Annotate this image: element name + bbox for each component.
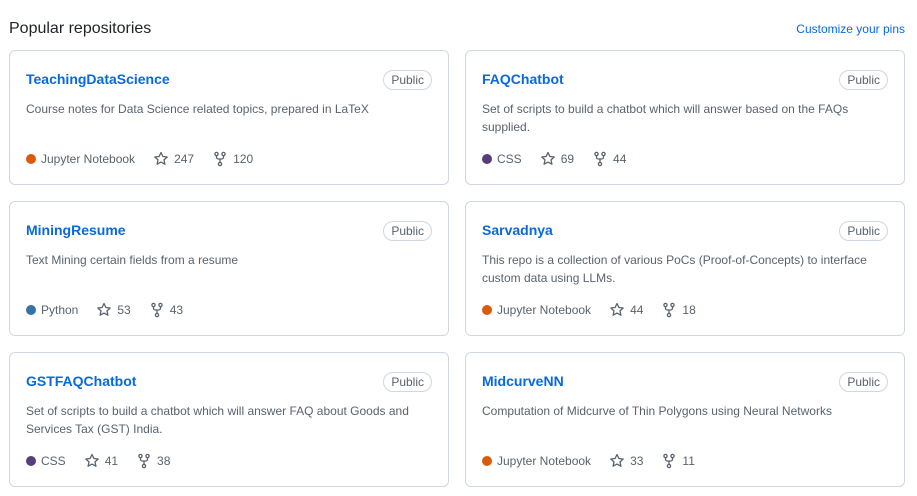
repo-language: CSS bbox=[482, 152, 522, 166]
star-icon bbox=[154, 151, 168, 165]
forks-link[interactable]: 11 bbox=[661, 453, 695, 469]
visibility-badge: Public bbox=[839, 70, 888, 90]
repo-card: TeachingDataScience Public Course notes … bbox=[9, 50, 449, 185]
fork-count: 44 bbox=[613, 152, 627, 166]
repo-description: Course notes for Data Science related to… bbox=[26, 102, 369, 116]
repo-card: Sarvadnya Public This repo is a collecti… bbox=[465, 201, 905, 336]
repo-meta: Jupyter Notebook 247 120 bbox=[26, 151, 271, 167]
fork-icon bbox=[663, 302, 676, 318]
stars-link[interactable]: 53 bbox=[96, 302, 131, 318]
customize-pins-link[interactable]: Customize your pins bbox=[796, 22, 905, 36]
pinned-header: Popular repositories Customize your pins bbox=[9, 18, 905, 44]
forks-link[interactable]: 43 bbox=[149, 302, 183, 318]
star-count: 247 bbox=[174, 152, 195, 166]
language-color-dot bbox=[482, 456, 492, 466]
forks-link[interactable]: 120 bbox=[212, 151, 253, 167]
visibility-badge: Public bbox=[383, 372, 432, 392]
repo-card: GSTFAQChatbot Public Set of scripts to b… bbox=[9, 352, 449, 487]
repo-name-link[interactable]: FAQChatbot bbox=[482, 71, 564, 87]
language-label: CSS bbox=[497, 152, 522, 166]
star-icon bbox=[540, 151, 555, 165]
forks-link[interactable]: 38 bbox=[136, 453, 170, 469]
language-label: Jupyter Notebook bbox=[497, 454, 592, 468]
language-color-dot bbox=[26, 456, 36, 466]
language-color-dot bbox=[26, 154, 36, 164]
visibility-badge: Public bbox=[839, 221, 888, 241]
repo-language: Jupyter Notebook bbox=[26, 152, 135, 166]
pinned-repo-grid: TeachingDataScience Public Course notes … bbox=[9, 50, 905, 487]
repo-card: MiningResume Public Text Mining certain … bbox=[9, 201, 449, 336]
repo-meta: CSS 69 44 bbox=[482, 151, 644, 167]
star-count: 41 bbox=[104, 454, 119, 468]
visibility-badge: Public bbox=[383, 221, 432, 241]
repo-description: Computation of Midcurve of Thin Polygons… bbox=[482, 404, 832, 418]
language-label: Jupyter Notebook bbox=[41, 152, 136, 166]
star-count: 33 bbox=[630, 454, 644, 468]
language-label: Python bbox=[41, 303, 79, 317]
stars-link[interactable]: 69 bbox=[540, 151, 574, 167]
repo-name-link[interactable]: MidcurveNN bbox=[482, 373, 564, 389]
fork-icon bbox=[214, 151, 226, 167]
repo-language: Jupyter Notebook bbox=[482, 454, 591, 468]
repo-name-link[interactable]: MiningResume bbox=[26, 222, 126, 238]
repo-meta: CSS 41 38 bbox=[26, 453, 188, 469]
fork-icon bbox=[150, 302, 163, 318]
repo-name-link[interactable]: GSTFAQChatbot bbox=[26, 373, 136, 389]
star-count: 44 bbox=[630, 303, 644, 317]
fork-count: 120 bbox=[233, 152, 254, 166]
stars-link[interactable]: 44 bbox=[609, 302, 643, 318]
forks-link[interactable]: 44 bbox=[592, 151, 626, 167]
forks-link[interactable]: 18 bbox=[661, 302, 696, 318]
repo-name-link[interactable]: Sarvadnya bbox=[482, 222, 553, 238]
visibility-badge: Public bbox=[383, 70, 432, 90]
stars-link[interactable]: 247 bbox=[153, 151, 194, 167]
repo-name-link[interactable]: TeachingDataScience bbox=[26, 71, 170, 87]
repo-meta: Jupyter Notebook 44 18 bbox=[482, 302, 714, 318]
repo-meta: Python 53 43 bbox=[26, 302, 201, 318]
star-icon bbox=[610, 302, 624, 316]
repo-language: Jupyter Notebook bbox=[482, 303, 591, 317]
repo-card: MidcurveNN Public Computation of Midcurv… bbox=[465, 352, 905, 487]
repo-card: FAQChatbot Public Set of scripts to buil… bbox=[465, 50, 905, 185]
visibility-badge: Public bbox=[839, 372, 888, 392]
stars-link[interactable]: 33 bbox=[609, 453, 643, 469]
section-title: Popular repositories bbox=[9, 20, 152, 37]
repo-description: Set of scripts to build a chatbot which … bbox=[482, 102, 849, 134]
star-icon bbox=[97, 302, 112, 316]
repo-description: Set of scripts to build a chatbot which … bbox=[26, 404, 409, 436]
language-color-dot bbox=[482, 305, 492, 315]
repo-language: Python bbox=[26, 303, 78, 317]
fork-count: 38 bbox=[157, 454, 171, 468]
fork-icon bbox=[138, 453, 150, 469]
stars-link[interactable]: 41 bbox=[84, 453, 118, 469]
repo-description: Text Mining certain fields from a resume bbox=[26, 253, 239, 267]
fork-icon bbox=[594, 151, 606, 167]
fork-count: 18 bbox=[682, 303, 696, 317]
repo-description: This repo is a collection of various PoC… bbox=[482, 253, 867, 285]
star-icon bbox=[84, 453, 99, 467]
fork-count: 43 bbox=[169, 303, 184, 317]
star-count: 53 bbox=[117, 303, 131, 317]
language-color-dot bbox=[482, 154, 492, 164]
fork-count: 11 bbox=[682, 454, 695, 468]
repo-meta: Jupyter Notebook 33 11 bbox=[482, 453, 713, 469]
language-label: Jupyter Notebook bbox=[497, 303, 592, 317]
star-icon bbox=[610, 453, 624, 467]
fork-icon bbox=[663, 453, 676, 469]
star-count: 69 bbox=[560, 152, 575, 166]
repo-language: CSS bbox=[26, 454, 66, 468]
language-label: CSS bbox=[41, 454, 66, 468]
language-color-dot bbox=[26, 305, 36, 315]
